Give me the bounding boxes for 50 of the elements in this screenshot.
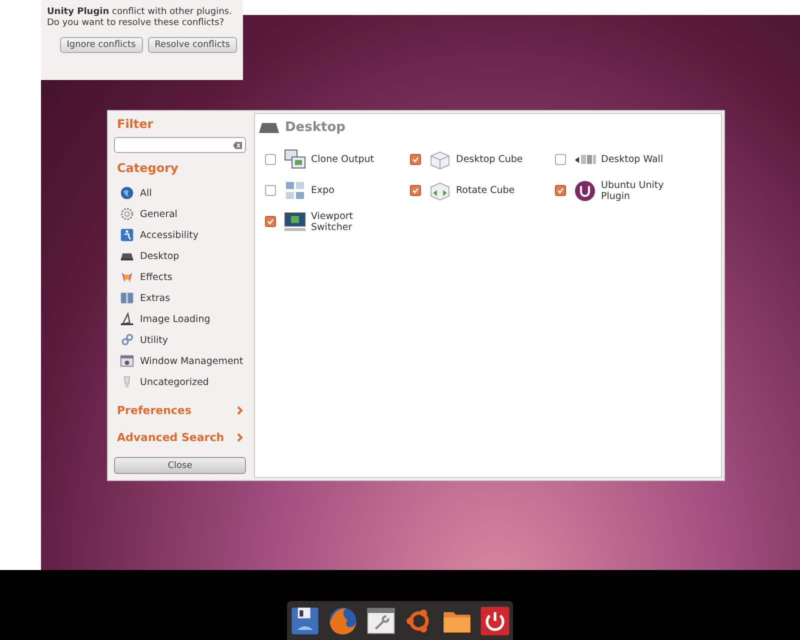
category-item[interactable]: Window Management <box>140 356 244 366</box>
category-icon <box>120 354 134 368</box>
filter-field[interactable] <box>114 137 246 153</box>
plugin-label: Desktop Cube <box>456 154 524 165</box>
plugin-checkbox[interactable] <box>555 185 566 196</box>
filter-heading: Filter <box>116 116 154 133</box>
plugin-icon <box>284 210 306 232</box>
plugin-label: Viewport Switcher <box>311 210 354 232</box>
category-icon <box>120 291 134 305</box>
plugin-label: Desktop Wall <box>601 154 664 165</box>
close-button[interactable]: Close <box>114 457 246 474</box>
category-item[interactable]: General <box>140 208 178 220</box>
category-item[interactable]: Effects <box>140 272 172 282</box>
category-icon <box>120 270 134 284</box>
plugin-icon <box>574 180 596 202</box>
plugin-icon <box>284 148 306 170</box>
category-item[interactable]: Uncategorized <box>140 376 209 388</box>
panel-title: Desktop <box>285 120 346 135</box>
plugin-label: Clone Output <box>311 154 375 165</box>
plugin-label: Ubuntu Unity Plugin <box>601 180 665 202</box>
plugin-checkbox[interactable] <box>410 154 421 165</box>
category-icon <box>120 228 134 242</box>
plugin-checkbox[interactable] <box>555 154 566 165</box>
plugin-icon <box>429 148 451 170</box>
category-item[interactable]: All <box>140 188 152 198</box>
clear-icon[interactable] <box>233 142 242 148</box>
plugin-checkbox[interactable] <box>410 185 421 196</box>
category-icon <box>120 207 134 221</box>
category-item[interactable]: Desktop <box>140 250 180 262</box>
category-item[interactable]: Image Loading <box>140 314 210 324</box>
dialog-message: Unity Plugin conflict with other plugins. Do you want to resolve these conflicts? <box>47 7 233 29</box>
category-item[interactable]: Accessibility <box>140 230 198 240</box>
dialog-button[interactable]: Ignore conflicts <box>60 37 143 53</box>
category-item[interactable]: Extras <box>140 292 170 304</box>
desktop-icon <box>259 120 279 134</box>
plugin-checkbox[interactable] <box>265 185 276 196</box>
plugin-checkbox[interactable] <box>265 216 276 227</box>
plugin-checkbox[interactable] <box>265 154 276 165</box>
chevron-right-icon[interactable] <box>237 406 243 415</box>
category-icon <box>120 333 134 347</box>
category-icon <box>120 312 134 326</box>
plugin-icon <box>284 180 306 202</box>
category-heading: Category <box>116 160 180 177</box>
plugin-label: Expo <box>311 185 336 196</box>
plugin-icon <box>429 180 451 202</box>
category-icon <box>120 186 134 200</box>
dialog-button[interactable]: Resolve conflicts <box>148 37 237 53</box>
chevron-right-icon[interactable] <box>237 433 243 442</box>
category-item[interactable]: Utility <box>140 334 168 346</box>
plugin-label: Rotate Cube <box>456 185 516 196</box>
